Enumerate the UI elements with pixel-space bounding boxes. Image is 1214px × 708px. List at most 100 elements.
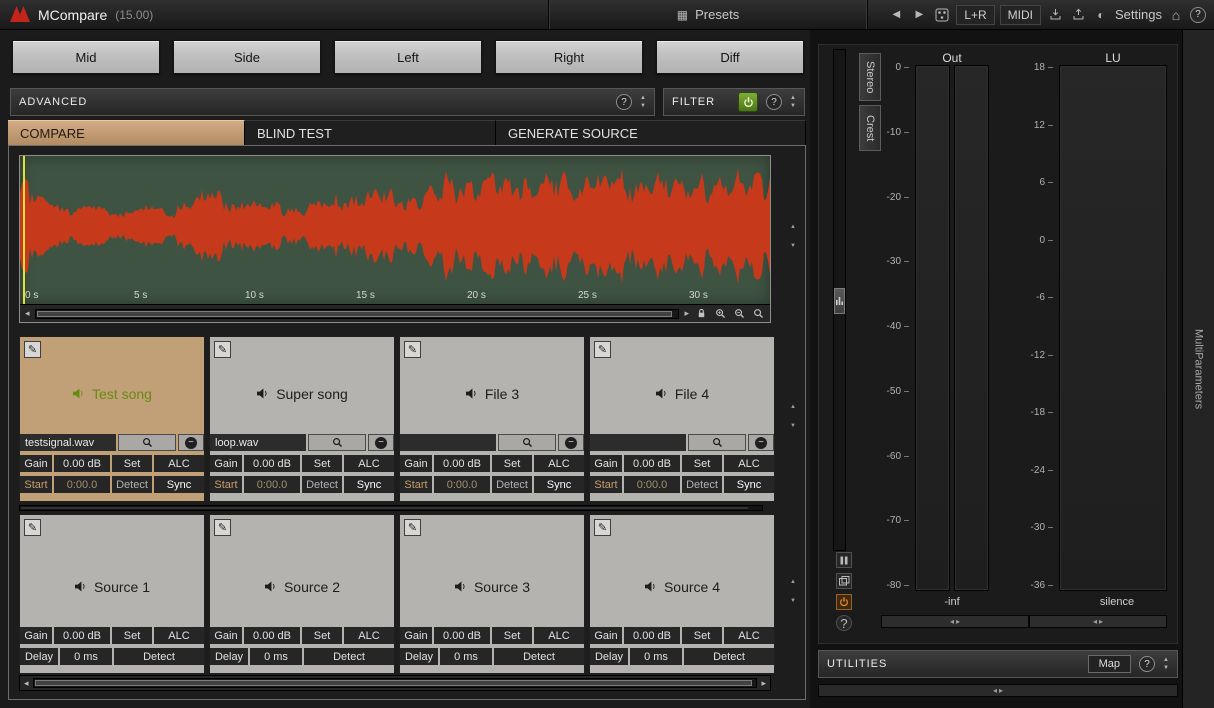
panel-scroll-track[interactable] [33, 678, 758, 688]
delay-value[interactable]: 0 ms [60, 648, 112, 665]
save-preset-icon[interactable] [1046, 4, 1064, 26]
browse-button[interactable] [688, 434, 746, 451]
scroll-left-icon[interactable]: ◂ [23, 678, 30, 689]
gain-value[interactable]: 0.00 dB [54, 627, 110, 644]
edit-pencil-icon[interactable]: ✎ [404, 519, 421, 536]
alc-button[interactable]: ALC [344, 455, 394, 472]
set-button[interactable]: Set [302, 627, 342, 644]
multiparameters-strip[interactable]: MultiParameters [1182, 30, 1214, 708]
gain-value[interactable]: 0.00 dB [244, 455, 300, 472]
lu-meter-range-scrollbar[interactable]: ◂▸ [1029, 615, 1167, 628]
slot-panel[interactable]: ✎ Test song testsignal.wav − Gain 0.00 d… [19, 336, 205, 502]
detect-button[interactable]: Detect [682, 476, 722, 493]
set-button[interactable]: Set [682, 627, 722, 644]
edit-pencil-icon[interactable]: ✎ [24, 341, 41, 358]
alc-button[interactable]: ALC [724, 627, 774, 644]
set-button[interactable]: Set [492, 455, 532, 472]
edit-pencil-icon[interactable]: ✎ [594, 519, 611, 536]
edit-pencil-icon[interactable]: ✎ [404, 341, 421, 358]
gain-value[interactable]: 0.00 dB [624, 627, 680, 644]
remove-file-button[interactable]: − [368, 434, 394, 451]
browse-button[interactable] [498, 434, 556, 451]
detect-button[interactable]: Detect [302, 476, 342, 493]
remove-file-button[interactable]: − [558, 434, 584, 451]
slot-panel[interactable]: ✎ File 3 − Gain 0.00 dB Set ALC Start 0:… [399, 336, 585, 502]
start-value[interactable]: 0:00.0 [624, 476, 680, 493]
set-button[interactable]: Set [112, 627, 152, 644]
file-name-field[interactable] [590, 434, 686, 451]
detect-button[interactable]: Detect [114, 648, 204, 665]
waveform-panel-resize[interactable]: ▲▼ [785, 224, 801, 249]
sync-button[interactable]: Sync [534, 476, 584, 493]
scroll-right-icon[interactable]: ▸ [683, 308, 690, 319]
browse-button[interactable] [118, 434, 176, 451]
waveform-scroll-thumb[interactable] [37, 311, 673, 317]
detect-button[interactable]: Detect [684, 648, 774, 665]
set-button[interactable]: Set [302, 455, 342, 472]
source-panel[interactable]: ✎ Source 4 Gain 0.00 dB Set ALC Delay 0 … [589, 514, 775, 674]
output-gain-fader[interactable] [833, 49, 846, 551]
delay-value[interactable]: 0 ms [630, 648, 682, 665]
slots-panel-resize[interactable]: ▲▼ [785, 404, 801, 429]
set-button[interactable]: Set [682, 455, 722, 472]
utilities-collapse-control[interactable]: ▲▼ [1163, 657, 1169, 672]
home-icon[interactable]: ⌂ [1167, 4, 1185, 26]
advanced-help-icon[interactable]: ? [616, 94, 632, 110]
filter-help-icon[interactable]: ? [766, 94, 782, 110]
delay-value[interactable]: 0 ms [250, 648, 302, 665]
zoom-in-icon[interactable] [713, 308, 728, 319]
utilities-bar[interactable]: UTILITIES Map ? ▲▼ [818, 650, 1178, 678]
remove-file-button[interactable]: − [748, 434, 774, 451]
meter-help-icon[interactable]: ? [836, 615, 852, 631]
filter-collapse-control[interactable]: ▲▼ [790, 95, 796, 110]
tab-compare[interactable]: COMPARE [8, 120, 245, 145]
set-button[interactable]: Set [492, 627, 532, 644]
file-name-field[interactable]: loop.wav [210, 434, 306, 451]
panel-scroll-thumb[interactable] [35, 680, 753, 686]
midi-button[interactable]: MIDI [1000, 5, 1041, 25]
channel-button-mid[interactable]: Mid [12, 40, 160, 74]
edit-pencil-icon[interactable]: ✎ [24, 519, 41, 536]
gain-value[interactable]: 0.00 dB [244, 627, 300, 644]
channel-button-diff[interactable]: Diff [656, 40, 804, 74]
gain-value[interactable]: 0.00 dB [54, 455, 110, 472]
advanced-bar[interactable]: ADVANCED ? ▲▼ [10, 88, 655, 116]
settings-button[interactable]: Settings [1115, 4, 1162, 26]
gain-value[interactable]: 0.00 dB [624, 455, 680, 472]
browse-button[interactable] [308, 434, 366, 451]
delay-value[interactable]: 0 ms [440, 648, 492, 665]
utilities-help-icon[interactable]: ? [1139, 656, 1155, 672]
slot-panel[interactable]: ✎ Super song loop.wav − Gain 0.00 dB Set… [209, 336, 395, 502]
scroll-right-icon[interactable]: ▸ [760, 678, 767, 689]
detect-button[interactable]: Detect [492, 476, 532, 493]
alc-button[interactable]: ALC [154, 455, 204, 472]
scroll-left-icon[interactable]: ◂ [24, 308, 31, 319]
presets-button[interactable]: ▦ Presets [548, 0, 868, 29]
map-button[interactable]: Map [1088, 655, 1131, 673]
alc-button[interactable]: ALC [534, 455, 584, 472]
advanced-collapse-control[interactable]: ▲▼ [640, 95, 646, 110]
randomize-icon[interactable] [933, 4, 951, 26]
out-meter-range-scrollbar[interactable]: ◂▸ [881, 615, 1029, 628]
alc-button[interactable]: ALC [154, 627, 204, 644]
fader-thumb[interactable] [834, 288, 845, 314]
filter-bar[interactable]: FILTER ? ▲▼ [663, 88, 805, 116]
start-value[interactable]: 0:00.0 [54, 476, 110, 493]
zoom-reset-icon[interactable] [751, 308, 766, 319]
waveform-scroll-track[interactable] [35, 309, 680, 319]
tab-generate-source[interactable]: GENERATE SOURCE [496, 120, 806, 145]
slots-scroll-thumb[interactable] [21, 507, 748, 509]
start-value[interactable]: 0:00.0 [434, 476, 490, 493]
slot-panel[interactable]: ✎ File 4 − Gain 0.00 dB Set ALC Start 0:… [589, 336, 775, 502]
detect-button[interactable]: Detect [304, 648, 394, 665]
source-panel[interactable]: ✎ Source 3 Gain 0.00 dB Set ALC Delay 0 … [399, 514, 585, 674]
sync-button[interactable]: Sync [344, 476, 394, 493]
power-icon[interactable] [836, 594, 852, 610]
detect-button[interactable]: Detect [494, 648, 584, 665]
lock-icon[interactable] [694, 308, 709, 319]
preset-next-button[interactable]: ▶ [910, 4, 928, 26]
channel-button-side[interactable]: Side [173, 40, 321, 74]
alc-button[interactable]: ALC [534, 627, 584, 644]
agc-icon[interactable]: ◐ [1092, 4, 1110, 26]
zoom-out-icon[interactable] [732, 308, 747, 319]
